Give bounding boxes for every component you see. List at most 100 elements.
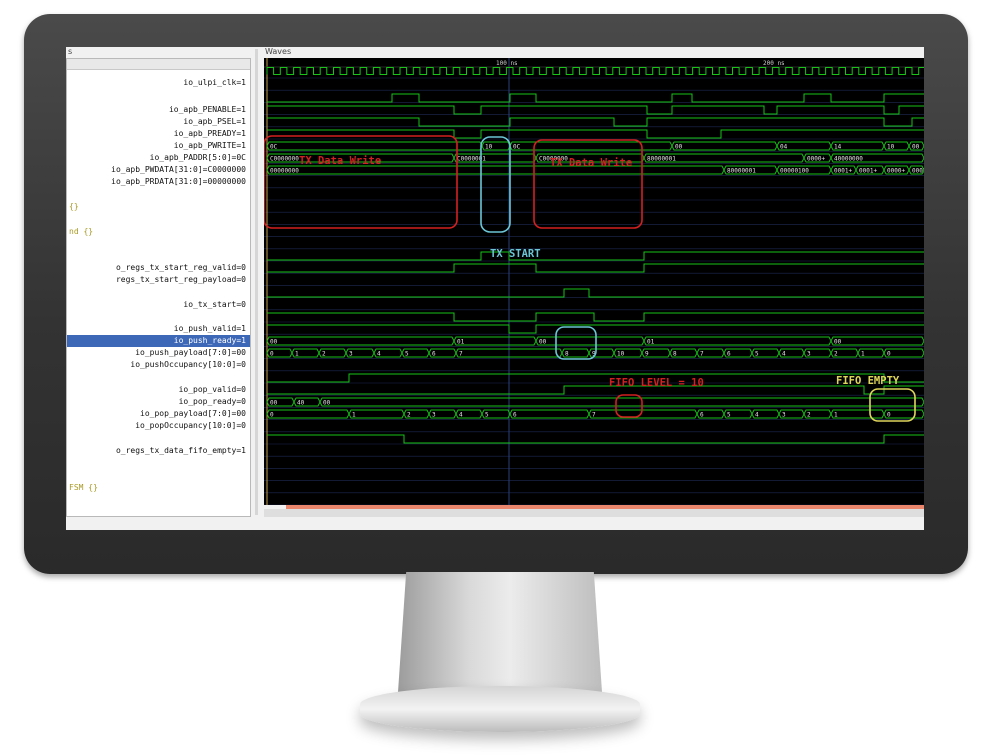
paddr-value: 00	[912, 144, 920, 151]
signal-row[interactable]: io_apb_PSEL=1	[67, 116, 246, 128]
annotation-tx-write-2: TX Data Write	[550, 157, 632, 169]
signals-header	[67, 59, 250, 70]
signal-row[interactable]: io_popOccupancy[10:0]=0	[67, 420, 246, 432]
pwdata-value: 0000+	[807, 156, 825, 163]
signals-panel-title: s	[68, 47, 73, 56]
bus-segment	[643, 336, 832, 346]
prdata-value: 0001+	[834, 168, 852, 175]
monitor-stand-neck	[398, 572, 602, 692]
push-occupancy-value: 3	[807, 351, 811, 358]
push-payload-value: 01	[457, 339, 465, 346]
time-tick-label: 200 ns	[763, 60, 785, 67]
signal-group[interactable]: {}	[69, 201, 246, 213]
waves-panel[interactable]: 100 ns 200 ns 0C 10 0C 00 04 14 10 00 C0000000 C000…	[264, 58, 924, 505]
signal-row[interactable]: regs_tx_start_reg_payload=0	[67, 274, 246, 286]
pop-occupancy-value: 2	[807, 412, 811, 419]
signal-row[interactable]: io_push_valid=1	[67, 323, 246, 335]
pwdata-value: 80000001	[647, 156, 676, 163]
pop-payload-value: 00	[323, 400, 331, 407]
clock-wave	[266, 67, 924, 75]
push-occupancy-value: 7	[700, 351, 704, 358]
signal-row[interactable]: io_apb_PRDATA[31:0]=00000000	[67, 176, 246, 188]
push-occupancy-value: 8	[673, 351, 677, 358]
signal-group[interactable]: nd {}	[69, 226, 246, 238]
push-occupancy-value: 1	[861, 351, 865, 358]
bus-segment	[830, 336, 924, 346]
signals-panel[interactable]: io_ulpi_clk=1 io_apb_PENABLE=1 io_apb_PSEL…	[66, 58, 251, 517]
prdata-value: 80000001	[727, 168, 756, 175]
pwdata-value: C0000000	[270, 156, 299, 163]
push-payload-value: 00	[270, 339, 278, 346]
signal-row[interactable]: io_apb_PWDATA[31:0]=C0000000	[67, 164, 246, 176]
bit-wave	[267, 117, 924, 127]
annotation-tx-write-1: TX Data Write	[299, 155, 381, 167]
pop-occupancy-value: 5	[727, 412, 731, 419]
bit-wave	[267, 312, 924, 322]
pwdata-value: 40000000	[834, 156, 863, 163]
bit-wave	[267, 288, 924, 298]
bus-segment	[266, 141, 483, 151]
push-occupancy-value: 0	[887, 351, 891, 358]
bus-segment	[588, 409, 698, 419]
pop-occupancy-value: 7	[592, 412, 596, 419]
bus-segment	[348, 409, 405, 419]
push-occupancy-value: 1	[295, 351, 299, 358]
monitor-stand-base	[360, 686, 640, 732]
bus-segment	[266, 165, 725, 175]
push-occupancy-value: 9	[645, 351, 649, 358]
bus-segment	[535, 336, 645, 346]
signal-row[interactable]: io_pop_payload[7:0]=00	[67, 408, 246, 420]
prdata-value: 0001+	[859, 168, 877, 175]
waveform-canvas[interactable]: 100 ns 200 ns0C 10 0C 00 04 14 10 00C0000000 C000…	[264, 58, 924, 505]
push-payload-value: 01	[647, 339, 655, 346]
signal-row[interactable]: io_pushOccupancy[10:0]=0	[67, 359, 246, 371]
bus-segment	[453, 336, 537, 346]
screen: s Waves io_ulpi_clk=1 io_apb_PENABLE=1 io_…	[66, 47, 924, 530]
prdata-value: 00000100	[780, 168, 809, 175]
pop-occupancy-value: 4	[459, 412, 463, 419]
signal-group[interactable]: FSM {}	[69, 482, 246, 494]
signal-row[interactable]: o_regs_tx_start_reg_valid=0	[67, 262, 246, 274]
paddr-value: 10	[887, 144, 895, 151]
push-occupancy-value: 8	[565, 351, 569, 358]
signal-row[interactable]: io_apb_PREADY=1	[67, 128, 246, 140]
bit-wave	[267, 93, 924, 103]
signal-row[interactable]: io_push_payload[7:0]=00	[67, 347, 246, 359]
bit-wave	[267, 434, 924, 444]
pop-occupancy-value: 6	[513, 412, 517, 419]
push-payload-value: 00	[539, 339, 547, 346]
prdata-value: 00000000	[270, 168, 299, 175]
signal-row[interactable]: io_tx_start=0	[67, 299, 246, 311]
paddr-value: 14	[834, 144, 842, 151]
signal-row[interactable]: io_pop_ready=0	[67, 396, 246, 408]
signal-row[interactable]: io_apb_PWRITE=1	[67, 140, 246, 152]
push-occupancy-value: 5	[755, 351, 759, 358]
pop-occupancy-value: 0	[887, 412, 891, 419]
panel-divider[interactable]	[255, 49, 258, 515]
push-occupancy-value: 7	[459, 351, 463, 358]
signal-row[interactable]: io_ulpi_clk=1	[67, 77, 246, 89]
pop-occupancy-value: 3	[432, 412, 436, 419]
prdata-value: 0001	[912, 168, 924, 175]
bit-wave	[267, 385, 924, 395]
annotation-tx-start: TX START	[490, 248, 541, 260]
pop-payload-value: 40	[297, 400, 305, 407]
signal-row[interactable]: o_regs_tx_data_fifo_empty=1	[67, 445, 246, 457]
bus-segment	[830, 409, 885, 419]
signal-row[interactable]: io_apb_PENABLE=1	[67, 104, 246, 116]
push-occupancy-value: 2	[322, 351, 326, 358]
push-occupancy-value: 0	[270, 351, 274, 358]
signal-row[interactable]: io_pop_valid=0	[67, 384, 246, 396]
waves-panel-title: Waves	[265, 47, 292, 56]
pop-payload-value: 00	[270, 400, 278, 407]
push-occupancy-value: 4	[377, 351, 381, 358]
paddr-value: 0C	[513, 144, 521, 151]
pop-occupancy-value: 3	[782, 412, 786, 419]
bit-wave	[267, 105, 924, 115]
signal-row[interactable]: io_apb_PADDR[5:0]=0C	[67, 152, 246, 164]
pop-occupancy-value: 4	[755, 412, 759, 419]
pop-occupancy-value: 0	[270, 412, 274, 419]
push-occupancy-value: 3	[349, 351, 353, 358]
annotation-fifo-empty: FIFO EMPTY	[836, 375, 900, 387]
signal-row[interactable]: io_push_ready=1	[67, 335, 250, 347]
